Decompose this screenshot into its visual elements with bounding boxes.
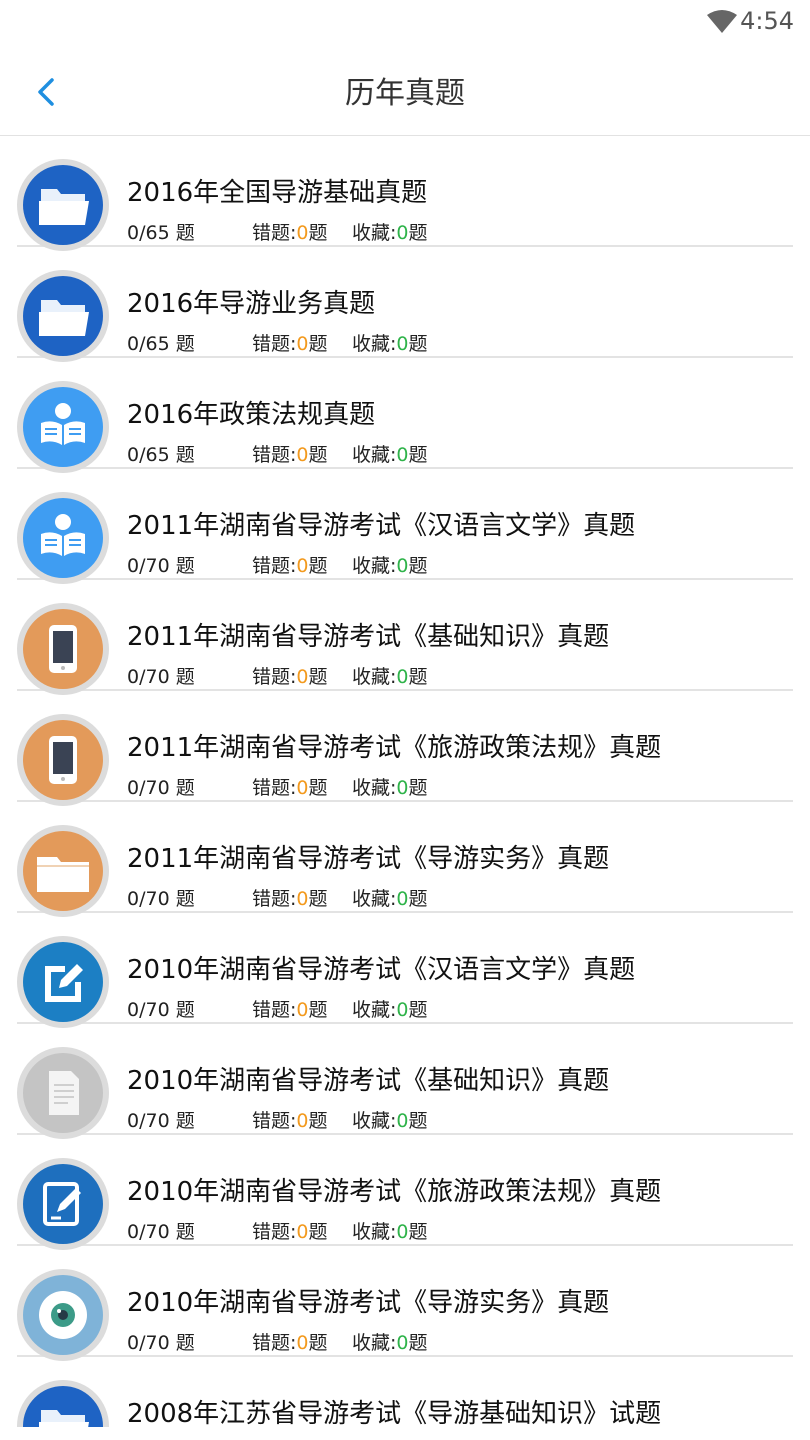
page-title: 历年真题 (345, 76, 465, 111)
wrong-count: 错题:0题 (252, 1221, 328, 1243)
item-meta: 0/70 题 错题:0题 收藏:0题 (127, 995, 428, 1022)
wrong-count: 错题:0题 (252, 333, 328, 355)
status-time: 4:54 (740, 7, 794, 35)
folder-icon (23, 1386, 103, 1427)
wrong-count: 错题:0题 (252, 666, 328, 688)
wrong-count: 错题:0题 (252, 777, 328, 799)
reader-icon (23, 498, 103, 578)
favorite-count: 收藏:0题 (352, 1110, 428, 1132)
item-title: 2010年湖南省导游考试《旅游政策法规》真题 (127, 1177, 662, 1207)
list-item[interactable]: 2011年湖南省导游考试《基础知识》真题 0/70 题 错题:0题 收藏:0题 (17, 580, 793, 695)
progress-text: 0/70 题 (127, 777, 195, 799)
item-title: 2011年湖南省导游考试《旅游政策法规》真题 (127, 733, 662, 763)
item-title: 2010年湖南省导游考试《汉语言文学》真题 (127, 955, 636, 985)
progress-text: 0/70 题 (127, 1332, 195, 1354)
item-title: 2016年全国导游基础真题 (127, 178, 428, 208)
folder-icon (23, 276, 103, 356)
wifi-icon (707, 10, 737, 33)
item-meta: 0/70 题 错题:0题 收藏:0题 (127, 773, 428, 800)
item-meta: 0/70 题 错题:0题 收藏:0题 (127, 1217, 428, 1244)
orange-folder-icon (23, 831, 103, 911)
list-item[interactable]: 2010年湖南省导游考试《基础知识》真题 0/70 题 错题:0题 收藏:0题 (17, 1024, 793, 1139)
item-title: 2008年江苏省导游考试《导游基础知识》试题 (127, 1399, 662, 1427)
status-bar: 4:54 (0, 0, 810, 44)
favorite-count: 收藏:0题 (352, 222, 428, 244)
list-item[interactable]: 2011年湖南省导游考试《汉语言文学》真题 0/70 题 错题:0题 收藏:0题 (17, 469, 793, 584)
wrong-count: 错题:0题 (252, 444, 328, 466)
item-title: 2010年湖南省导游考试《导游实务》真题 (127, 1288, 610, 1318)
progress-text: 0/70 题 (127, 1110, 195, 1132)
item-title: 2010年湖南省导游考试《基础知识》真题 (127, 1066, 610, 1096)
favorite-count: 收藏:0题 (352, 999, 428, 1021)
list-item[interactable]: 2010年湖南省导游考试《旅游政策法规》真题 0/70 题 错题:0题 收藏:0题 (17, 1135, 793, 1250)
wrong-count: 错题:0题 (252, 555, 328, 577)
item-meta: 0/65 题 错题:0题 收藏:0题 (127, 329, 428, 356)
progress-text: 0/70 题 (127, 555, 195, 577)
item-title: 2011年湖南省导游考试《导游实务》真题 (127, 844, 610, 874)
favorite-count: 收藏:0题 (352, 777, 428, 799)
nav-bar: 历年真题 (0, 44, 810, 136)
wrong-count: 错题:0题 (252, 222, 328, 244)
list-item[interactable]: 2016年导游业务真题 0/65 题 错题:0题 收藏:0题 (17, 247, 793, 362)
phone-icon (23, 609, 103, 689)
favorite-count: 收藏:0题 (352, 555, 428, 577)
item-title: 2016年政策法规真题 (127, 400, 376, 430)
item-meta: 0/70 题 错题:0题 收藏:0题 (127, 884, 428, 911)
pen-icon (23, 1164, 103, 1244)
wrong-count: 错题:0题 (252, 999, 328, 1021)
item-title: 2016年导游业务真题 (127, 289, 376, 319)
reader-icon (23, 387, 103, 467)
wrong-count: 错题:0题 (252, 1332, 328, 1354)
progress-text: 0/70 题 (127, 888, 195, 910)
edit-icon (23, 942, 103, 1022)
exam-list: 2016年全国导游基础真题 0/65 题错题:0题 收藏:0题 2016年导游业务… (0, 136, 810, 1427)
item-meta: 0/65 题 错题:0题 收藏:0题 (127, 440, 428, 467)
favorite-count: 收藏:0题 (352, 444, 428, 466)
list-item[interactable]: 2010年湖南省导游考试《汉语言文学》真题 0/70 题 错题:0题 收藏:0题 (17, 913, 793, 1028)
favorite-count: 收藏:0题 (352, 1221, 428, 1243)
item-title: 2011年湖南省导游考试《基础知识》真题 (127, 622, 610, 652)
phone-icon (23, 720, 103, 800)
progress-text: 0/65 题 (127, 333, 195, 355)
item-meta: 0/70 题 错题:0题 收藏:0题 (127, 1328, 428, 1355)
folder-icon (23, 165, 103, 245)
item-meta: 0/70 题 错题:0题 收藏:0题 (127, 1106, 428, 1133)
progress-text: 0/70 题 (127, 999, 195, 1021)
list-item[interactable]: 2011年湖南省导游考试《导游实务》真题 0/70 题 错题:0题 收藏:0题 (17, 802, 793, 917)
wrong-count: 错题:0题 (252, 1110, 328, 1132)
favorite-count: 收藏:0题 (352, 1332, 428, 1354)
progress-text: 0/70 题 (127, 666, 195, 688)
wrong-count: 错题:0题 (252, 888, 328, 910)
list-item[interactable]: 2008年江苏省导游考试《导游基础知识》试题 (17, 1357, 793, 1427)
favorite-count: 收藏:0题 (352, 888, 428, 910)
progress-text: 0/65 题 (127, 222, 195, 244)
eye-icon (23, 1275, 103, 1355)
list-item[interactable]: 2016年政策法规真题 0/65 题 错题:0题 收藏:0题 (17, 358, 793, 473)
progress-text: 0/70 题 (127, 1221, 195, 1243)
progress-text: 0/65 题 (127, 444, 195, 466)
list-item[interactable]: 2016年全国导游基础真题 0/65 题 错题:0题 收藏:0题 (17, 136, 793, 251)
favorite-count: 收藏:0题 (352, 666, 428, 688)
item-meta: 0/70 题 错题:0题 收藏:0题 (127, 551, 428, 578)
list-item[interactable]: 2010年湖南省导游考试《导游实务》真题 0/70 题 错题:0题 收藏:0题 (17, 1246, 793, 1361)
favorite-count: 收藏:0题 (352, 333, 428, 355)
item-meta: 0/65 题 错题:0题 收藏:0题 (127, 218, 428, 245)
item-meta: 0/70 题 错题:0题 收藏:0题 (127, 662, 428, 689)
list-item[interactable]: 2011年湖南省导游考试《旅游政策法规》真题 0/70 题 错题:0题 收藏:0题 (17, 691, 793, 806)
document-icon (23, 1053, 103, 1133)
item-title: 2011年湖南省导游考试《汉语言文学》真题 (127, 511, 636, 541)
